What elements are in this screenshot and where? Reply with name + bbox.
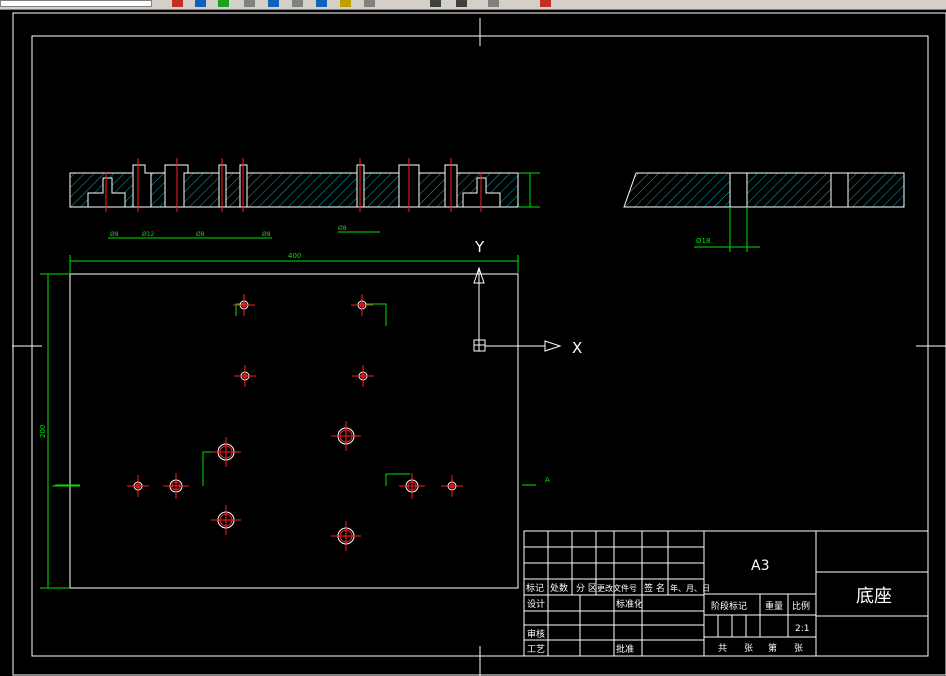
dim-width: 400 [288, 252, 301, 260]
cad-toolbar [0, 0, 946, 10]
hole-5[interactable] [331, 421, 361, 451]
ucs-icon [473, 266, 562, 352]
zoom-icon[interactable] [268, 0, 279, 7]
drawing-canvas[interactable]: Ø8 Ø12 Ø8 Ø8 Ø8 Ø18 400 200 A Y X 标记 处数 … [0, 10, 946, 676]
label-design: 设计 [527, 598, 545, 610]
dim-section-a4: Ø8 [262, 231, 271, 238]
ucs-y-label: Y [474, 238, 485, 256]
hole-3[interactable] [234, 365, 256, 387]
sheets-label-2: 第 [768, 642, 777, 654]
dim-section-a2: Ø12 [142, 231, 155, 238]
hole-7[interactable] [127, 475, 149, 497]
rev-header-3: 更改文件号 [597, 583, 637, 593]
hole-2[interactable] [351, 294, 373, 316]
section-view-side[interactable]: Ø18 [623, 172, 905, 252]
dim-section-a1: Ø8 [110, 231, 119, 238]
dim-height: 200 [39, 425, 47, 438]
stage-label-1: 重量 [765, 600, 783, 612]
undo-icon[interactable] [195, 0, 206, 7]
scale-value: 2:1 [795, 624, 809, 634]
label-standardize: 标准化 [616, 598, 643, 610]
rev-header-0: 标记 [526, 582, 544, 594]
stage-label-0: 阶段标记 [711, 600, 747, 612]
sheets-label-3: 张 [794, 643, 803, 654]
plan-view[interactable]: 400 200 A [39, 252, 550, 589]
label-process: 工艺 [527, 644, 545, 655]
label-review: 审核 [527, 628, 545, 640]
dim-section-b1: Ø18 [696, 237, 710, 245]
redo-icon[interactable] [218, 0, 229, 7]
dim-marker-a: A [545, 476, 550, 484]
arc-icon[interactable] [488, 0, 499, 7]
section-view-front[interactable]: Ø8 Ø12 Ø8 Ø8 Ø8 [69, 158, 540, 239]
hole-11[interactable] [211, 505, 241, 535]
layer-combo[interactable] [0, 0, 152, 7]
paste-icon[interactable] [340, 0, 351, 7]
rev-header-5: 年、月、日 [670, 583, 710, 593]
hole-12[interactable] [331, 521, 361, 551]
hole-6[interactable] [211, 437, 241, 467]
rev-header-4: 签 名 [644, 582, 665, 594]
rev-header-1: 处数 [550, 582, 568, 594]
rectangle-icon[interactable] [430, 0, 441, 7]
match-prop-icon[interactable] [316, 0, 327, 7]
hole-group [127, 294, 463, 551]
polyline-icon[interactable] [456, 0, 467, 7]
stage-label-2: 比例 [792, 600, 810, 612]
hole-10[interactable] [441, 475, 463, 497]
line-icon[interactable] [364, 0, 375, 7]
part-name: 底座 [856, 586, 892, 607]
rev-header-2: 分 区 [576, 583, 597, 594]
ucs-x-label: X [572, 339, 582, 357]
dim-section-a3: Ø8 [196, 231, 205, 238]
sheets-label-1: 张 [744, 643, 753, 654]
sheet-size: A3 [751, 558, 769, 574]
sheets-label-0: 共 [718, 643, 727, 654]
hole-8[interactable] [163, 473, 189, 499]
zoom-window-icon[interactable] [292, 0, 303, 7]
pan-icon[interactable] [244, 0, 255, 7]
label-approve: 批准 [616, 643, 634, 655]
dim-section-a5: Ø8 [338, 225, 347, 232]
hole-4[interactable] [352, 365, 374, 387]
properties-icon[interactable] [172, 0, 183, 7]
erase-icon[interactable] [540, 0, 551, 7]
hole-9[interactable] [399, 473, 425, 499]
